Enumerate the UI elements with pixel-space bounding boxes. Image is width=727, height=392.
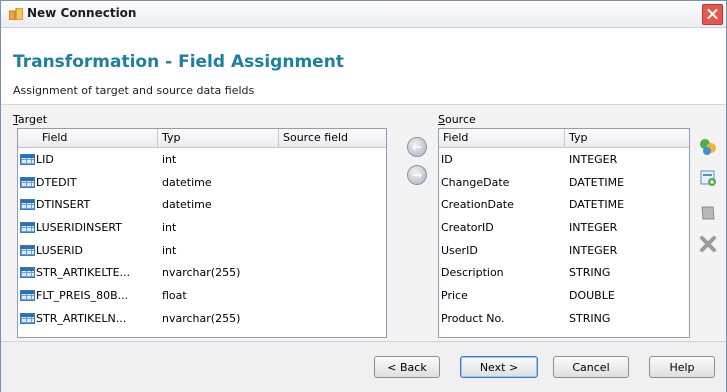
target-col-field[interactable]: Field bbox=[18, 129, 158, 147]
target-field-cell: DTINSERT bbox=[18, 198, 158, 211]
cancel-button[interactable]: Cancel bbox=[553, 356, 629, 378]
target-col-source[interactable]: Source field bbox=[279, 129, 386, 147]
source-field-cell: ChangeDate bbox=[441, 175, 510, 189]
source-type-cell: DATETIME bbox=[569, 198, 625, 212]
source-type-cell: INTEGER bbox=[569, 220, 618, 234]
table-row[interactable]: STR_ARTIKELN... nvarchar(255) bbox=[18, 307, 386, 330]
table-row[interactable]: LID int bbox=[18, 148, 386, 171]
target-field-cell: STR_ARTIKELN... bbox=[18, 312, 158, 325]
target-type-cell: nvarchar(255) bbox=[162, 266, 241, 280]
connection-icon bbox=[9, 8, 23, 20]
table-row[interactable]: FLT_PREIS_80B... float bbox=[18, 284, 386, 307]
target-type-cell: int bbox=[162, 243, 177, 257]
wizard-header: Transformation - Field Assignment Assign… bbox=[1, 28, 726, 105]
target-type-cell: float bbox=[162, 288, 187, 302]
table-row[interactable]: ChangeDate DATETIME bbox=[439, 171, 689, 194]
table-field-icon bbox=[20, 199, 35, 211]
target-field-cell: DTEDIT bbox=[18, 176, 158, 189]
table-row[interactable]: STR_ARTIKELTE... nvarchar(255) bbox=[18, 261, 386, 284]
page-subtitle: Assignment of target and source data fie… bbox=[13, 84, 255, 97]
close-button[interactable] bbox=[702, 4, 723, 25]
table-row[interactable]: DTEDIT datetime bbox=[18, 171, 386, 194]
target-field-cell: LUSERID bbox=[18, 244, 158, 257]
source-type-cell: DATETIME bbox=[569, 175, 625, 189]
window-title: New Connection bbox=[27, 6, 137, 20]
source-col-type[interactable]: Typ bbox=[565, 129, 689, 147]
target-col-type[interactable]: Typ bbox=[158, 129, 279, 147]
source-field-cell: Product No. bbox=[441, 311, 505, 325]
target-label: Target bbox=[13, 113, 48, 126]
target-table[interactable]: Field Typ Source field LID int DTEDIT datet… bbox=[17, 128, 387, 338]
dialog-window: New Connection Transformation - Field As… bbox=[0, 0, 727, 392]
source-field-cell: Description bbox=[441, 266, 504, 280]
source-field-cell: Price bbox=[441, 288, 468, 302]
table-row[interactable]: LUSERIDINSERT int bbox=[18, 216, 386, 239]
target-field-cell: FLT_PREIS_80B... bbox=[18, 289, 158, 302]
table-field-icon bbox=[20, 244, 35, 256]
table-row[interactable]: ID INTEGER bbox=[439, 148, 689, 171]
source-type-cell: DOUBLE bbox=[569, 288, 615, 302]
table-field-icon bbox=[20, 153, 35, 165]
table-field-icon bbox=[20, 176, 35, 188]
edit-field-icon[interactable] bbox=[697, 202, 719, 224]
table-row[interactable]: UserID INTEGER bbox=[439, 239, 689, 262]
source-type-cell: STRING bbox=[569, 266, 611, 280]
target-table-header: Field Typ Source field bbox=[18, 129, 386, 148]
source-field-cell: CreationDate bbox=[441, 198, 514, 212]
table-row[interactable]: Product No. STRING bbox=[439, 307, 689, 330]
add-field-icon[interactable] bbox=[697, 167, 719, 189]
table-field-icon bbox=[20, 312, 35, 324]
next-button[interactable]: Next > bbox=[460, 356, 538, 378]
help-button[interactable]: Help bbox=[649, 356, 715, 378]
arrow-right-icon: → bbox=[411, 168, 423, 182]
target-type-cell: datetime bbox=[162, 198, 212, 212]
back-button[interactable]: < Back bbox=[374, 356, 440, 378]
source-type-cell: STRING bbox=[569, 311, 611, 325]
table-row[interactable]: CreationDate DATETIME bbox=[439, 193, 689, 216]
source-field-cell: ID bbox=[441, 152, 453, 166]
arrow-left-icon: ← bbox=[411, 140, 423, 154]
table-row[interactable]: LUSERID int bbox=[18, 239, 386, 262]
table-field-icon bbox=[20, 267, 35, 279]
target-type-cell: nvarchar(255) bbox=[162, 311, 241, 325]
target-type-cell: datetime bbox=[162, 175, 212, 189]
source-table[interactable]: Field Typ ID INTEGER ChangeDate DATETIME Cre… bbox=[438, 128, 690, 338]
assign-left-button[interactable]: ← bbox=[407, 137, 427, 157]
source-label: Source bbox=[438, 113, 476, 126]
target-field-cell: LID bbox=[18, 153, 158, 166]
delete-icon[interactable] bbox=[697, 233, 719, 255]
target-field-cell: STR_ARTIKELTE... bbox=[18, 266, 158, 279]
page-title: Transformation - Field Assignment bbox=[13, 52, 344, 72]
table-row[interactable]: CreatorID INTEGER bbox=[439, 216, 689, 239]
table-field-icon bbox=[20, 289, 35, 301]
source-col-field[interactable]: Field bbox=[439, 129, 565, 147]
footer: < Back Next > Cancel Help bbox=[1, 341, 726, 392]
source-type-cell: INTEGER bbox=[569, 243, 618, 257]
auto-assign-icon[interactable] bbox=[697, 136, 719, 158]
source-field-cell: UserID bbox=[441, 243, 478, 257]
source-field-cell: CreatorID bbox=[441, 220, 494, 234]
title-bar[interactable]: New Connection bbox=[1, 1, 726, 28]
table-field-icon bbox=[20, 221, 35, 233]
target-type-cell: int bbox=[162, 220, 177, 234]
source-table-header: Field Typ bbox=[439, 129, 689, 148]
table-row[interactable]: Description STRING bbox=[439, 261, 689, 284]
source-type-cell: INTEGER bbox=[569, 152, 618, 166]
table-row[interactable]: DTINSERT datetime bbox=[18, 193, 386, 216]
target-field-cell: LUSERIDINSERT bbox=[18, 221, 158, 234]
table-row[interactable]: Price DOUBLE bbox=[439, 284, 689, 307]
target-type-cell: int bbox=[162, 152, 177, 166]
assign-right-button[interactable]: → bbox=[407, 165, 427, 185]
